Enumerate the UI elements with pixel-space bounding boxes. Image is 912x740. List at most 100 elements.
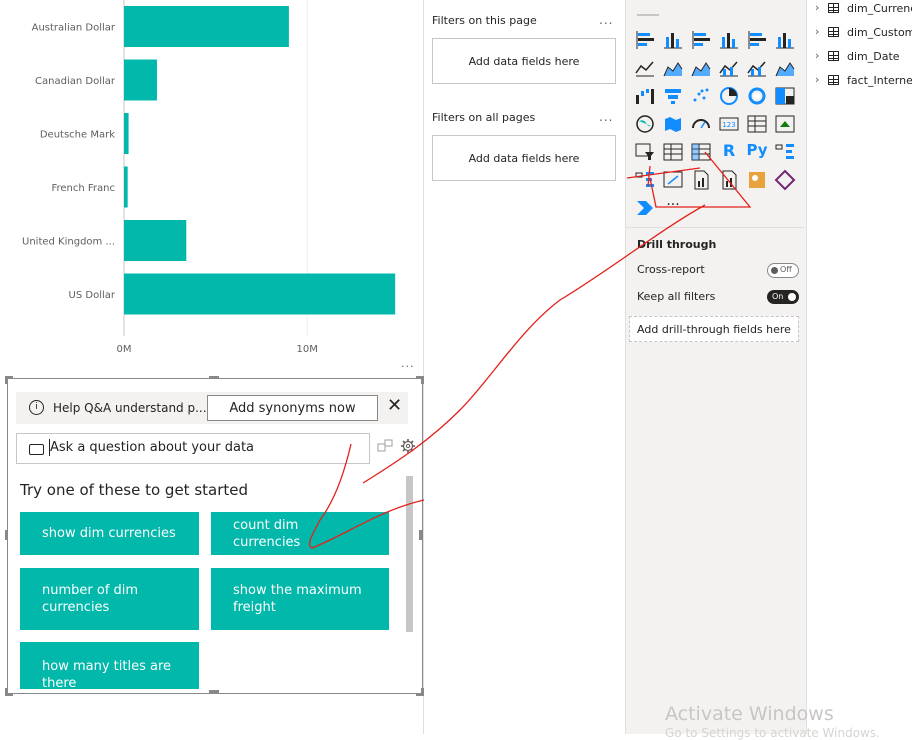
category-label: US Dollar xyxy=(69,290,116,301)
key-influencers-icon[interactable] xyxy=(774,141,796,163)
paginated-report-icon[interactable] xyxy=(718,169,740,191)
100-column-icon[interactable] xyxy=(774,29,796,51)
map-icon[interactable] xyxy=(634,113,656,135)
visual-more-options[interactable]: ... xyxy=(401,357,415,370)
category-label: Canadian Dollar xyxy=(35,76,116,87)
stacked-area-icon[interactable] xyxy=(690,57,712,79)
kpi-icon[interactable] xyxy=(774,113,796,135)
chat-bubble-icon xyxy=(29,444,44,455)
bar[interactable] xyxy=(124,113,129,154)
field-table-name: dim_Date xyxy=(847,50,900,63)
resize-handle-corner[interactable] xyxy=(416,376,424,384)
card-icon[interactable]: 123 xyxy=(718,113,740,135)
resize-handle-corner[interactable] xyxy=(5,688,13,696)
toggle-state: On xyxy=(772,292,784,301)
line-column-icon[interactable] xyxy=(718,57,740,79)
multirow-card-icon[interactable] xyxy=(746,113,768,135)
toggle-knob xyxy=(771,267,778,274)
scatter-icon[interactable] xyxy=(690,85,712,107)
canvas-divider xyxy=(423,0,424,734)
bar-chart[interactable]: 0M 10M Australian Dollar Canadian Dollar Deu… xyxy=(0,0,424,362)
filters-all-more-button[interactable]: ... xyxy=(599,110,613,124)
ribbon-chart-icon[interactable] xyxy=(774,57,796,79)
resize-handle-right[interactable] xyxy=(419,530,422,540)
visualizations-pane xyxy=(625,0,807,734)
chevron-right-icon[interactable]: › xyxy=(815,25,819,38)
keep-filters-toggle[interactable]: On xyxy=(767,290,799,304)
more-visuals-icon[interactable]: ··· xyxy=(662,197,684,219)
clustered-column-icon[interactable] xyxy=(718,29,740,51)
bar-chart-svg: 0M 10M Australian Dollar Canadian Dollar Deu… xyxy=(22,0,396,355)
line-chart-icon[interactable] xyxy=(634,57,656,79)
donut-chart-icon[interactable] xyxy=(746,85,768,107)
table-icon xyxy=(828,75,839,85)
qa-suggestion-button[interactable]: show the maximum freight xyxy=(211,568,389,630)
cross-report-label: Cross-report xyxy=(637,263,705,276)
area-chart-icon[interactable] xyxy=(662,57,684,79)
resize-handle-corner[interactable] xyxy=(416,688,424,696)
clustered-bar-icon[interactable] xyxy=(690,29,712,51)
filters-page-drop-zone[interactable]: Add data fields here xyxy=(432,38,616,84)
field-table-name: fact_Internet xyxy=(847,74,912,87)
resize-handle-corner[interactable] xyxy=(5,376,13,384)
field-table-name: dim_Custom xyxy=(847,26,912,39)
line-clustered-icon[interactable] xyxy=(746,57,768,79)
drill-through-drop-zone[interactable]: Add drill-through fields here xyxy=(629,316,799,342)
convert-to-visual-icon[interactable] xyxy=(377,438,393,454)
resize-handle-left[interactable] xyxy=(5,530,8,540)
stacked-bar-icon[interactable] xyxy=(634,29,656,51)
bar[interactable] xyxy=(124,6,289,47)
resize-handle-bottom[interactable] xyxy=(209,690,219,693)
gear-icon[interactable] xyxy=(400,438,416,454)
filters-page-title: Filters on this page xyxy=(432,14,537,27)
table-icon[interactable] xyxy=(662,141,684,163)
arcgis-icon[interactable] xyxy=(746,169,768,191)
qa-help-text: Help Q&A understand p... xyxy=(53,401,207,415)
r-visual-icon[interactable]: R xyxy=(718,141,740,163)
power-automate-icon[interactable] xyxy=(634,197,656,219)
chevron-right-icon[interactable]: › xyxy=(815,73,819,86)
bar[interactable] xyxy=(124,220,187,261)
chevron-right-icon[interactable]: › xyxy=(815,49,819,62)
filters-page-more-button[interactable]: ... xyxy=(599,13,613,27)
100-bar-icon[interactable] xyxy=(746,29,768,51)
svg-text:123: 123 xyxy=(722,121,735,129)
category-label: United Kingdom ... xyxy=(22,237,115,248)
add-synonyms-button[interactable]: Add synonyms now xyxy=(207,395,378,421)
qa-suggestion-button[interactable]: show dim currencies xyxy=(20,512,199,555)
power-apps-icon[interactable] xyxy=(774,169,796,191)
bar[interactable] xyxy=(124,59,157,101)
funnel-icon[interactable] xyxy=(662,85,684,107)
qa-scrollbar[interactable] xyxy=(406,476,413,632)
gauge-icon[interactable] xyxy=(690,113,712,135)
bar[interactable] xyxy=(124,166,128,208)
toggle-state: Off xyxy=(780,265,792,274)
waterfall-icon[interactable] xyxy=(634,85,656,107)
resize-handle-top[interactable] xyxy=(209,376,219,379)
activate-windows-subtext: Go to Settings to activate Windows. xyxy=(665,726,880,740)
python-visual-icon[interactable]: Py xyxy=(746,141,768,163)
slicer-icon[interactable] xyxy=(634,141,656,163)
qa-suggestion-button[interactable]: how many titles are there xyxy=(20,642,199,689)
category-label: Deutsche Mark xyxy=(40,130,115,141)
filled-map-icon[interactable] xyxy=(662,113,684,135)
close-icon[interactable]: ✕ xyxy=(387,396,402,416)
viz-tab-indicator[interactable] xyxy=(637,0,659,16)
cross-report-toggle[interactable]: Off xyxy=(767,263,799,278)
table-icon xyxy=(828,3,839,13)
smart-narrative-icon[interactable] xyxy=(690,169,712,191)
qa-visual-icon[interactable] xyxy=(662,169,684,191)
x-tick-label: 10M xyxy=(297,344,318,355)
decomposition-tree-icon[interactable] xyxy=(634,169,656,191)
chevron-right-icon[interactable]: › xyxy=(815,1,819,14)
stacked-column-icon[interactable] xyxy=(662,29,684,51)
treemap-icon[interactable] xyxy=(774,85,796,107)
qa-suggestion-button[interactable]: count dim currencies xyxy=(211,512,389,555)
date-table-icon xyxy=(828,51,839,61)
filters-all-drop-zone[interactable]: Add data fields here xyxy=(432,135,616,181)
field-table-name: dim_Currenc xyxy=(847,2,912,15)
pie-chart-icon[interactable] xyxy=(718,85,740,107)
qa-suggestion-button[interactable]: number of dim currencies xyxy=(20,568,199,630)
bar[interactable] xyxy=(124,273,396,315)
matrix-icon[interactable] xyxy=(690,141,712,163)
